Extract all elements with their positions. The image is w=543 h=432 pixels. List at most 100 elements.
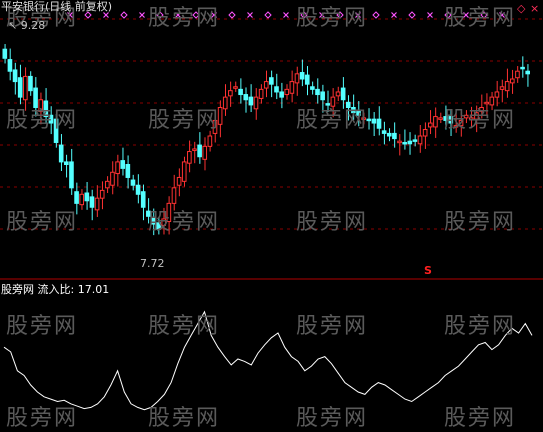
candle-body xyxy=(340,87,346,101)
close-icon[interactable]: × xyxy=(530,2,539,15)
watermark: 股旁网 xyxy=(296,108,369,133)
candle-body xyxy=(23,75,28,101)
candle-body xyxy=(438,117,443,120)
diamond-icon[interactable]: ◇ xyxy=(517,2,525,15)
candle-body xyxy=(515,70,520,79)
candle-body xyxy=(386,132,392,137)
watermark: 股旁网 xyxy=(444,406,517,431)
candle-body xyxy=(176,176,182,186)
candle-body xyxy=(504,81,510,92)
marker-x xyxy=(427,12,433,18)
candle-body xyxy=(294,73,300,84)
candle-body xyxy=(392,132,397,140)
candle-body xyxy=(299,72,305,80)
candle-body xyxy=(115,161,120,175)
candle-body xyxy=(304,74,310,85)
candle-body xyxy=(171,187,177,204)
candle-body xyxy=(412,139,418,142)
watermark: 股旁网 xyxy=(148,6,221,31)
candle-body xyxy=(381,130,387,134)
watermark: 股旁网 xyxy=(296,314,369,339)
candle-body xyxy=(135,184,141,195)
candle-body xyxy=(320,91,325,101)
candle-body xyxy=(258,88,264,99)
candle-body xyxy=(335,91,341,97)
watermark: 股旁网 xyxy=(444,6,517,31)
candle-body xyxy=(192,148,197,151)
watermark: 股旁网 xyxy=(296,406,369,431)
candle-body xyxy=(376,118,382,129)
marker-diamond xyxy=(264,11,272,19)
candle-body xyxy=(84,192,90,202)
candle-body xyxy=(263,81,269,89)
candle-body xyxy=(140,191,146,208)
candle-body xyxy=(187,151,192,164)
watermark: 股旁网 xyxy=(296,210,369,235)
watermark: 股旁网 xyxy=(148,108,221,133)
candle-body xyxy=(274,86,279,93)
candle-body xyxy=(110,171,115,186)
signal-marker: S xyxy=(424,264,432,277)
marker-x xyxy=(247,12,253,18)
candle-body xyxy=(371,118,377,124)
candle-body xyxy=(279,91,284,98)
candle-body xyxy=(222,96,228,110)
indicator-panel-name: 股旁网 xyxy=(1,283,34,296)
marker-diamond xyxy=(228,11,236,19)
marker-diamond xyxy=(372,11,380,19)
indicator-label: 流入比: xyxy=(37,283,75,296)
watermark: 股旁网 xyxy=(6,406,79,431)
marker-diamond xyxy=(408,11,416,19)
candle-body xyxy=(509,78,515,84)
candle-body xyxy=(284,88,290,96)
candle-body xyxy=(202,145,208,160)
candle-body xyxy=(233,86,238,89)
candle-body xyxy=(207,135,213,147)
candle-body xyxy=(289,81,295,94)
watermark: 股旁网 xyxy=(148,406,221,431)
candle-body xyxy=(120,160,126,169)
candle-body xyxy=(310,86,315,90)
watermark: 股旁网 xyxy=(444,210,517,235)
watermark: 股旁网 xyxy=(296,6,369,31)
candle-body xyxy=(433,116,438,128)
candle-body xyxy=(315,88,320,96)
candle-body xyxy=(181,161,187,182)
candle-body xyxy=(397,140,402,144)
candle-body xyxy=(238,88,243,96)
candle-body xyxy=(494,91,500,98)
watermark: 股旁网 xyxy=(6,314,79,339)
candle-body xyxy=(253,96,259,110)
arrow-icon: ↖ xyxy=(8,19,18,32)
candle-body xyxy=(422,129,428,137)
candle-body xyxy=(427,122,433,128)
candle-body xyxy=(12,69,18,83)
stock-title: 平安银行(日线 前复权) xyxy=(1,0,113,13)
low-price-label: 7.72 xyxy=(140,257,165,270)
watermark: 股旁网 xyxy=(444,108,517,133)
candle-body xyxy=(64,161,69,165)
candle-body xyxy=(197,144,202,158)
candle-body xyxy=(269,77,274,85)
candle-body xyxy=(69,161,74,189)
marker-x xyxy=(103,12,109,18)
candle-body xyxy=(79,193,85,206)
marker-diamond xyxy=(120,11,128,19)
candle-body xyxy=(105,180,110,189)
candle-body xyxy=(499,86,505,90)
high-price-label: ↖ 9.28 xyxy=(8,20,45,32)
marker-x xyxy=(391,12,397,18)
candle-body xyxy=(89,196,95,208)
candle-body xyxy=(99,189,105,199)
candle-body xyxy=(28,75,33,92)
indicator-header: 股旁网 流入比: 17.01 xyxy=(1,284,109,296)
candle-body xyxy=(520,66,525,70)
watermark: 股旁网 xyxy=(148,210,221,235)
candle-body xyxy=(525,70,530,75)
candle-body xyxy=(243,94,249,101)
marker-x xyxy=(139,12,145,18)
candle-body xyxy=(94,197,100,211)
indicator-value: 17.01 xyxy=(77,283,110,296)
candle-body xyxy=(417,135,423,145)
candle-body xyxy=(248,96,254,106)
